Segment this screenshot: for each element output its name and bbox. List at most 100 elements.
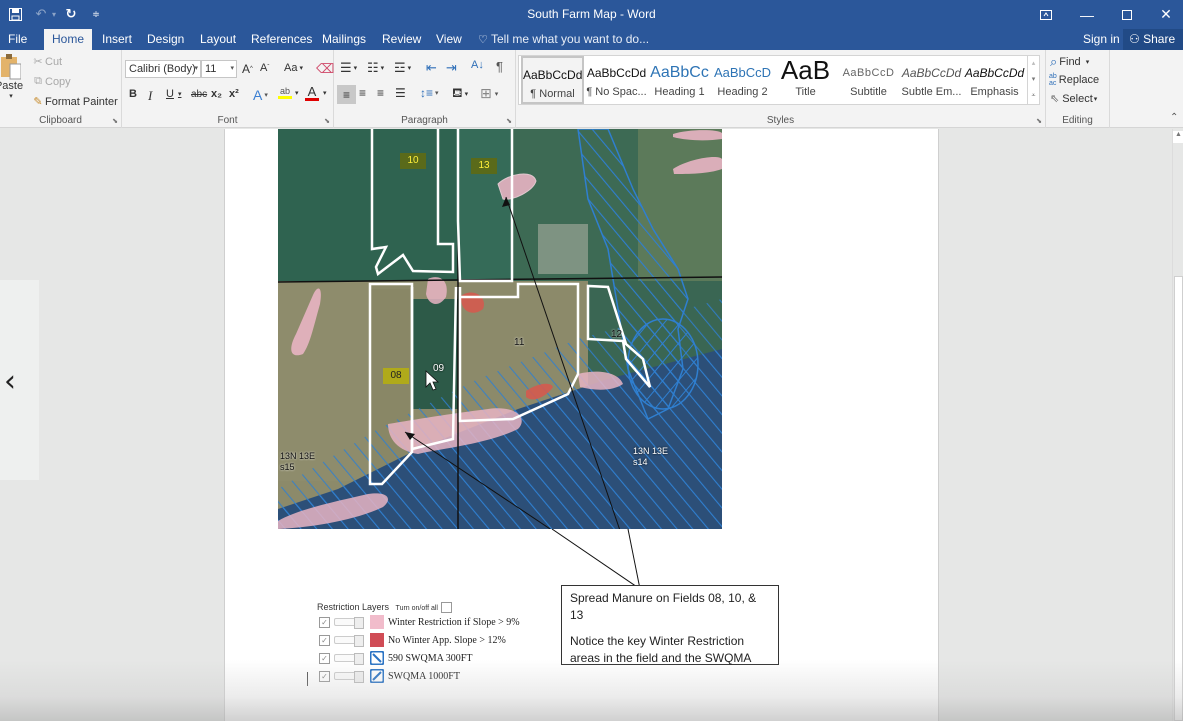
ribbon-display-options-button[interactable] — [1026, 0, 1066, 29]
style-subtle-emphasis[interactable]: AaBbCcDd Subtle Em... — [900, 56, 963, 104]
collapse-ribbon-icon[interactable]: ⌃ — [1170, 112, 1178, 123]
borders-button[interactable]: ⊞ ▾ — [480, 85, 498, 102]
person-add-icon: ⚇ — [1129, 32, 1140, 46]
opacity-slider[interactable] — [334, 653, 364, 666]
replace-button[interactable]: ab ac Replace — [1049, 73, 1099, 87]
tab-file[interactable]: File — [0, 29, 35, 50]
superscript-button[interactable]: x² — [229, 88, 239, 100]
replace-icon: ab ac — [1049, 73, 1057, 87]
style-normal[interactable]: AaBbCcDd ¶ Normal — [521, 56, 584, 104]
toggle-all-checkbox[interactable] — [441, 602, 453, 614]
font-color-button[interactable]: A — [305, 85, 319, 101]
subscript-button[interactable]: x₂ — [211, 88, 222, 100]
align-left-icon: ≡ — [342, 87, 350, 102]
paste-button[interactable]: Paste ▾ — [0, 54, 23, 100]
copy-button[interactable]: ⧉ Copy — [31, 75, 71, 88]
strikethrough-button[interactable]: abc — [191, 89, 207, 100]
callout-textbox[interactable]: Spread Manure on Fields 08, 10, & 13 Not… — [561, 585, 779, 665]
maximize-button[interactable] — [1107, 0, 1147, 29]
underline-button[interactable]: U ▾ — [166, 88, 181, 100]
style-no-spacing[interactable]: AaBbCcDd ¶ No Spac... — [585, 56, 648, 104]
opacity-slider[interactable] — [334, 617, 364, 630]
tab-layout[interactable]: Layout — [192, 29, 244, 50]
bullets-icon: ☰ — [340, 60, 352, 75]
close-button[interactable]: ✕ — [1146, 0, 1183, 29]
clipboard-launcher-icon[interactable]: ⬊ — [112, 117, 118, 125]
scroll-thumb[interactable] — [1174, 276, 1183, 721]
increase-indent-button[interactable]: ⇥ — [446, 60, 457, 76]
tab-references[interactable]: References — [243, 29, 320, 50]
style-heading-2[interactable]: AaBbCcD Heading 2 — [711, 56, 774, 104]
cut-button[interactable]: ✂ Cut — [31, 55, 62, 69]
style-heading-1[interactable]: AaBbCc Heading 1 — [648, 56, 711, 104]
chevron-up-icon[interactable]: ▴ — [1028, 56, 1039, 72]
layer-checkbox[interactable]: ✓ — [319, 670, 330, 682]
change-case-button[interactable]: Aa ▾ — [284, 62, 303, 74]
shading-button[interactable]: ⛾ ▾ — [452, 85, 468, 103]
tab-review[interactable]: Review — [374, 29, 429, 50]
font-size-combo[interactable]: 11 ▾ — [201, 60, 237, 78]
vertical-scrollbar[interactable]: ▲ — [1172, 129, 1183, 721]
share-button[interactable]: ⚇ Share — [1123, 29, 1183, 50]
farm-map-image[interactable]: 10 13 08 09 11 12 13N 13E s15 13N 13E s1… — [278, 129, 722, 529]
font-launcher-icon[interactable]: ⬊ — [324, 117, 330, 125]
sign-in-link[interactable]: Sign in — [1083, 29, 1120, 49]
ribbon-tabs: File Home Insert Design Layout Reference… — [0, 29, 1183, 50]
style-title[interactable]: AaB Title — [774, 56, 837, 104]
align-left-button[interactable]: ≡ — [337, 85, 356, 104]
italic-button[interactable]: I — [148, 88, 152, 104]
layer-checkbox[interactable]: ✓ — [319, 616, 330, 628]
align-center-button[interactable]: ≡ — [359, 86, 366, 100]
text-effects-button[interactable]: A ▾ — [253, 87, 268, 103]
tab-view[interactable]: View — [428, 29, 470, 50]
swqma-crosshatch — [627, 318, 699, 410]
justify-button[interactable]: ☰ — [395, 86, 406, 100]
paintbrush-icon: ✎ — [33, 96, 43, 108]
scroll-up-icon[interactable]: ▲ — [1173, 131, 1183, 143]
tab-mailings[interactable]: Mailings — [314, 29, 374, 50]
pilcrow-icon: ¶ — [496, 59, 503, 74]
bold-button[interactable]: B — [129, 88, 137, 100]
select-button[interactable]: ⇖ Select ▾ — [1050, 92, 1097, 106]
shrink-font-button[interactable]: Aˇ — [260, 62, 269, 74]
layer-label: Winter Restriction if Slope > 9% — [388, 616, 520, 628]
sort-az-icon: A↓ — [471, 59, 484, 71]
bullets-button[interactable]: ☰ ▾ — [340, 60, 357, 76]
decrease-indent-button[interactable]: ⇤ — [426, 60, 437, 76]
paragraph-launcher-icon[interactable]: ⬊ — [506, 117, 512, 125]
numbering-button[interactable]: ☷ ▾ — [367, 60, 384, 76]
highlight-button[interactable]: ab — [278, 86, 292, 99]
style-subtitle[interactable]: AaBbCcD Subtitle — [837, 56, 900, 104]
style-emphasis[interactable]: AaBbCcDd Emphasis — [963, 56, 1026, 104]
clear-formatting-button[interactable]: ⌫ — [316, 61, 334, 77]
callout-line-2: Notice the key Winter Restriction — [570, 634, 745, 648]
font-color-dropdown-icon[interactable]: ▾ — [323, 89, 327, 97]
chevron-down-icon[interactable]: ▾ — [1028, 72, 1039, 88]
multilevel-list-button[interactable]: ☲ ▾ — [394, 60, 411, 76]
line-spacing-button[interactable]: ↕≡ ▾ — [420, 86, 439, 100]
tab-design[interactable]: Design — [139, 29, 192, 50]
layer-label: SWQMA 1000FT — [388, 670, 460, 682]
minimize-button[interactable]: — — [1067, 0, 1107, 29]
chevron-left-icon[interactable]: ‹ — [4, 364, 16, 399]
highlight-dropdown-icon[interactable]: ▾ — [295, 89, 299, 97]
layer-checkbox[interactable]: ✓ — [319, 652, 330, 664]
grow-font-button[interactable]: A ^ — [242, 62, 253, 76]
align-right-button[interactable]: ≡ — [377, 86, 384, 100]
font-name-combo[interactable]: Calibri (Body) ▾ — [125, 60, 201, 78]
layer-checkbox[interactable]: ✓ — [319, 634, 330, 646]
format-painter-button[interactable]: ✎ Format Painter — [31, 95, 117, 109]
opacity-slider[interactable] — [334, 671, 364, 684]
eraser-icon: ⌫ — [316, 61, 335, 76]
show-marks-button[interactable]: ¶ — [496, 59, 503, 74]
styles-gallery-scroll[interactable]: ▴ ▾ ⩡ — [1028, 55, 1040, 105]
find-button[interactable]: ⌕ Find ▾ — [1050, 54, 1089, 70]
gallery-more-icon[interactable]: ⩡ — [1028, 88, 1039, 104]
font-group: Calibri (Body) ▾ 11 ▾ A ^ Aˇ Aa ▾ ⌫ B I U ▾… — [122, 50, 334, 128]
tab-home[interactable]: Home — [44, 29, 92, 50]
styles-launcher-icon[interactable]: ⬊ — [1036, 117, 1042, 125]
sort-button[interactable]: A↓ — [471, 59, 484, 71]
tab-insert[interactable]: Insert — [94, 29, 140, 50]
tell-me-search[interactable]: ♡ Tell me what you want to do... — [478, 29, 649, 50]
opacity-slider[interactable] — [334, 635, 364, 648]
